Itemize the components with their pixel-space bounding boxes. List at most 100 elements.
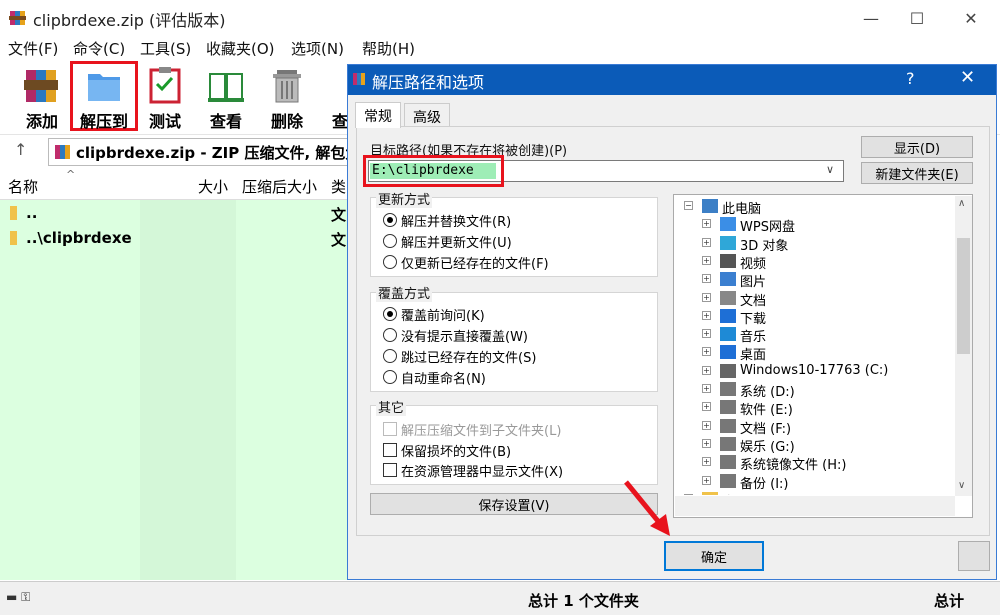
expand-toggle-icon[interactable]: +	[702, 475, 711, 485]
tree-item-label[interactable]: 娱乐 (G:)	[740, 436, 795, 455]
tree-item-label[interactable]: 桌面	[740, 344, 766, 363]
new-folder-button[interactable]: 新建文件夹(E)	[861, 162, 973, 184]
expand-toggle-icon[interactable]: +	[702, 384, 711, 393]
radio-overwrite-silent[interactable]	[383, 328, 397, 342]
expand-toggle-icon[interactable]: +	[702, 237, 711, 247]
test-button[interactable]: 测试	[135, 62, 195, 131]
menu-file[interactable]: 文件(F)	[8, 38, 58, 59]
scroll-up-icon[interactable]: ∧	[958, 198, 965, 209]
add-button[interactable]: 添加	[12, 62, 72, 131]
list-item[interactable]: ..\clipbrdexe	[26, 229, 132, 247]
tree-item-label[interactable]: 视频	[740, 253, 766, 272]
radio-extract-replace[interactable]	[383, 213, 397, 227]
column-type[interactable]: 类	[331, 176, 346, 197]
minimize-button[interactable]: —	[848, 0, 894, 36]
radio-extract-update[interactable]	[383, 234, 397, 248]
tree-item-label[interactable]: 图片	[740, 271, 766, 290]
checkbox-subfolder	[383, 422, 397, 436]
expand-toggle-icon[interactable]: +	[702, 420, 711, 430]
menu-help[interactable]: 帮助(H)	[362, 38, 415, 59]
tree-item-label[interactable]: 备份 (I:)	[740, 473, 789, 492]
tree-item-label[interactable]: 库	[722, 491, 735, 496]
expand-toggle-icon[interactable]: +	[702, 457, 711, 467]
radio-auto-rename[interactable]	[383, 370, 397, 384]
radio-skip-existing[interactable]	[383, 349, 397, 363]
expand-toggle-icon[interactable]: −	[684, 201, 693, 210]
overwrite-mode-title: 覆盖方式	[376, 283, 433, 302]
folder-icon	[720, 382, 736, 396]
tree-item-label[interactable]: 文档	[740, 290, 766, 309]
size-column-bg	[140, 200, 236, 580]
tree-item-label[interactable]: Windows10-17763 (C:)	[740, 363, 888, 378]
dialog-title: 解压路径和选项	[372, 73, 485, 92]
expand-toggle-icon[interactable]: +	[702, 438, 711, 448]
menu-command[interactable]: 命令(C)	[73, 38, 125, 59]
expand-toggle-icon[interactable]: +	[702, 365, 711, 375]
option-label: 跳过已经存在的文件(S)	[401, 351, 537, 366]
expand-toggle-icon[interactable]: +	[702, 255, 711, 265]
dialog-close-button[interactable]: ✕	[960, 67, 975, 88]
column-size[interactable]: 大小	[198, 176, 228, 197]
expand-toggle-icon[interactable]: +	[702, 274, 711, 284]
folder-icon	[720, 363, 736, 378]
tree-item-label[interactable]: 系统 (D:)	[740, 381, 795, 400]
partial-button[interactable]	[958, 541, 990, 571]
save-settings-button[interactable]: 保存设置(V)	[370, 493, 658, 515]
expand-toggle-icon[interactable]: +	[702, 292, 711, 302]
expand-toggle-icon[interactable]: +	[702, 402, 711, 412]
view-label: 查看	[209, 112, 242, 131]
checkbox-show-in-explorer[interactable]	[383, 463, 397, 477]
chevron-down-icon[interactable]: ∨	[826, 163, 834, 176]
scroll-down-icon[interactable]: ∨	[958, 480, 965, 491]
menu-tools[interactable]: 工具(S)	[140, 38, 191, 59]
tree-item-label[interactable]: 下载	[740, 308, 766, 327]
show-button[interactable]: 显示(D)	[861, 136, 973, 158]
option-label: 覆盖前询问(K)	[401, 309, 485, 324]
expand-toggle-icon[interactable]: +	[702, 347, 711, 357]
list-item-type: 文	[331, 206, 347, 224]
extract-to-label: 解压到	[79, 112, 128, 131]
delete-button[interactable]: 删除	[257, 62, 317, 131]
expand-toggle-icon[interactable]: +	[702, 329, 711, 339]
folder-icon	[720, 272, 736, 287]
tree-item-label[interactable]: 系统镜像文件 (H:)	[740, 454, 846, 473]
close-button[interactable]: ✕	[948, 0, 994, 36]
menu-favorites[interactable]: 收藏夹(O)	[206, 38, 275, 59]
tree-hscrollbar[interactable]	[675, 496, 955, 516]
view-button[interactable]: 查看	[196, 62, 256, 131]
radio-update-existing[interactable]	[383, 255, 397, 269]
folder-icon	[720, 345, 736, 360]
option-label: 解压并更新文件(U)	[401, 236, 512, 251]
extract-to-button[interactable]: 解压到	[70, 61, 138, 131]
tree-item-label[interactable]: WPS网盘	[740, 216, 795, 235]
expand-toggle-icon[interactable]: −	[684, 493, 693, 495]
tree-item-label[interactable]: 音乐	[740, 326, 766, 345]
tree-item-label[interactable]: 文档 (F:)	[740, 418, 791, 437]
folder-icon	[720, 253, 736, 268]
tab-advanced[interactable]: 高级	[404, 103, 450, 127]
expand-toggle-icon[interactable]: +	[702, 219, 711, 229]
drive-key-icon: ▬ ⚿	[6, 590, 31, 604]
column-packed-size[interactable]: 压缩后大小	[242, 176, 317, 197]
option-label: 自动重命名(N)	[401, 372, 486, 387]
checkbox-keep-broken[interactable]	[383, 443, 397, 457]
option-label: 解压并替换文件(R)	[401, 215, 512, 230]
tree-item-label[interactable]: 软件 (E:)	[740, 399, 793, 418]
find-button[interactable]: 查	[318, 62, 348, 130]
up-arrow-icon[interactable]: ↑	[14, 140, 27, 159]
tab-general[interactable]: 常规	[355, 102, 401, 128]
tree-item-label[interactable]: 此电脑	[722, 198, 761, 217]
scroll-thumb[interactable]	[957, 238, 970, 354]
help-button[interactable]: ?	[906, 69, 915, 88]
maximize-button[interactable]: ☐	[894, 0, 940, 36]
tree-item-label[interactable]: 3D 对象	[740, 235, 788, 254]
expand-toggle-icon[interactable]: +	[702, 310, 711, 320]
radio-ask-before[interactable]	[383, 307, 397, 321]
list-item[interactable]: ..	[26, 204, 37, 222]
folder-icon	[720, 436, 736, 451]
ok-button[interactable]: 确定	[664, 541, 764, 571]
option-label: 解压压缩文件到子文件夹(L)	[401, 424, 562, 439]
tree-items: − 此电脑 + WPS网盘 +3D 对象 + 视频 + 图片 + 文档 + 下载 + 音乐 + 桌面 + Windo…	[676, 197, 954, 495]
menu-options[interactable]: 选项(N)	[291, 38, 344, 59]
column-name[interactable]: 名称	[8, 176, 38, 197]
